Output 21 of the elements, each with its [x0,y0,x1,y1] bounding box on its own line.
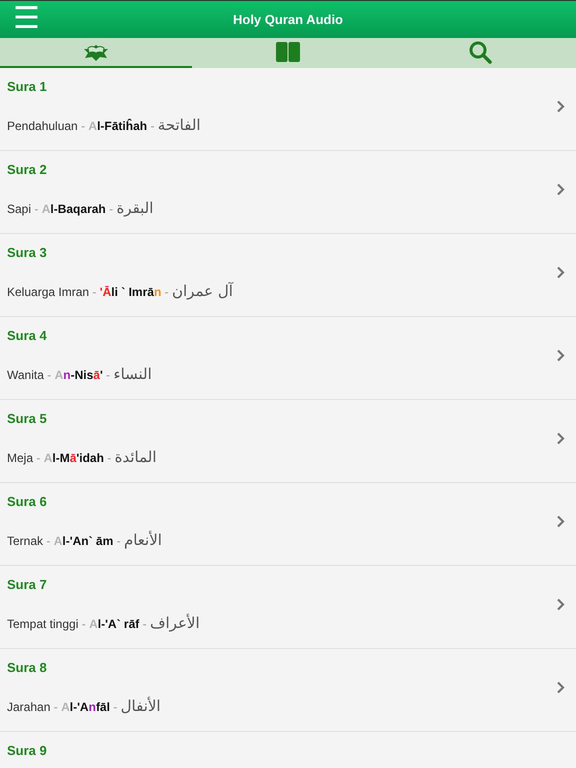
sura-title: Sura 7 [7,577,48,592]
chevron-right-icon [556,514,565,528]
sura-title: Sura 2 [7,162,48,177]
book-icon [275,41,301,63]
chevron-right-icon [556,266,565,278]
sura-title: Sura 3 [7,245,48,260]
chevron-right-icon [556,680,565,694]
sura-title: Sura 1 [7,79,48,94]
chevron-right-icon [556,348,565,362]
sura-title: Sura 5 [7,411,48,426]
chevron-right-icon [556,598,565,610]
chevron-right-icon [556,432,565,444]
open-book-star-icon [83,42,109,62]
sura-title: Sura 4 [7,328,48,343]
search-icon [468,40,492,64]
sura-title: Sura 8 [7,660,48,675]
sura-title: Sura 6 [7,494,48,509]
chevron-right-icon [556,100,565,112]
app-title: Holy Quran Audio [232,12,344,27]
chevron-right-icon [556,182,565,196]
sura-title: Sura 9 [7,743,48,758]
